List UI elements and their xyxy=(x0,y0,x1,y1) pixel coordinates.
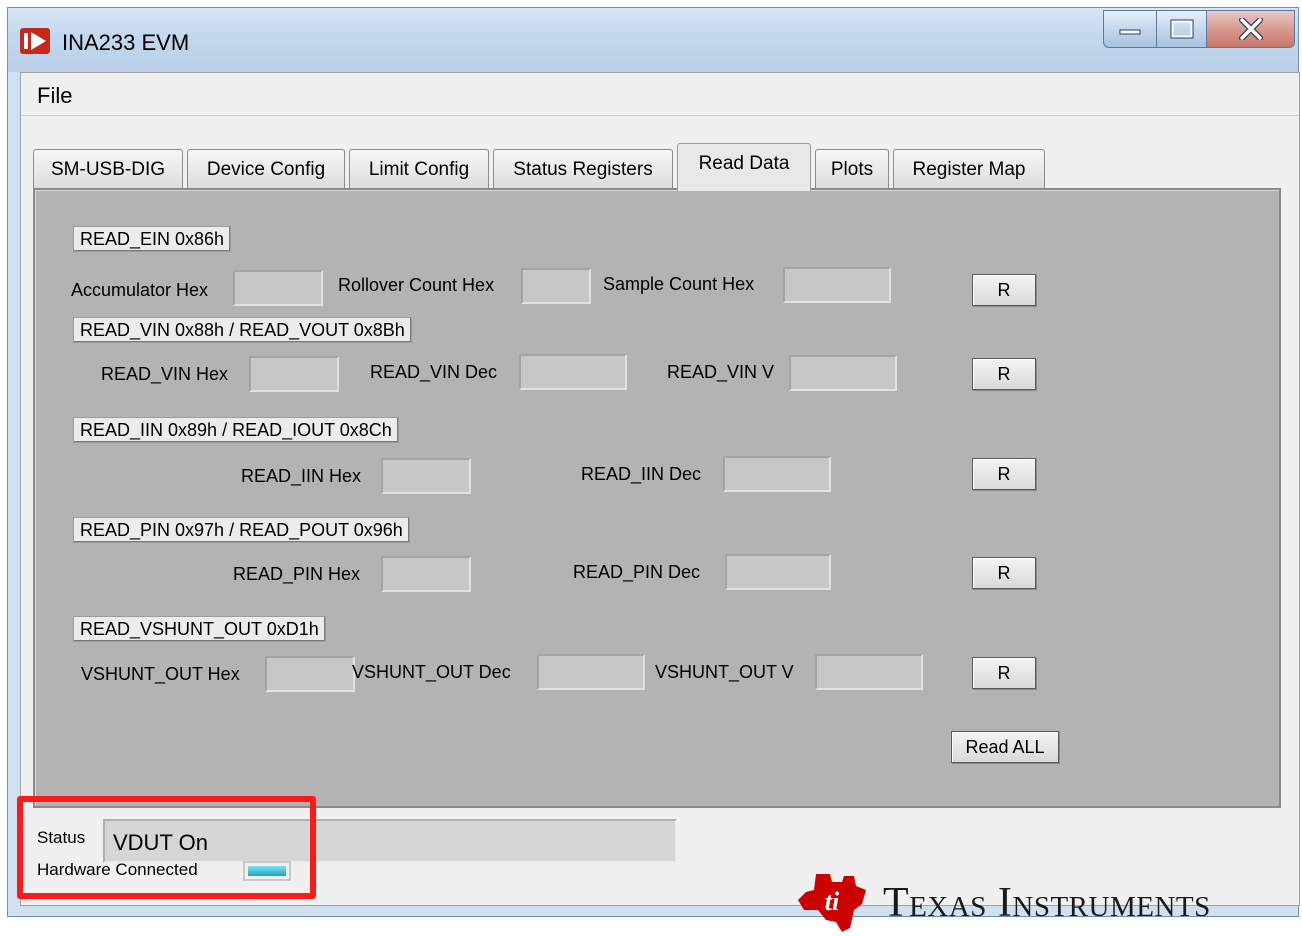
read-iin-hex-field[interactable] xyxy=(381,458,471,494)
section-read-iin: READ_IIN 0x89h / READ_IOUT 0x8Ch xyxy=(73,417,399,443)
vshunt-out-v-field[interactable] xyxy=(815,654,923,690)
tab-plots[interactable]: Plots xyxy=(815,149,889,189)
section-read-vin: READ_VIN 0x88h / READ_VOUT 0x8Bh xyxy=(73,317,412,343)
read-vin-hex-field[interactable] xyxy=(249,356,339,392)
tab-status-registers[interactable]: Status Registers xyxy=(493,149,673,189)
section-read-pin: READ_PIN 0x97h / READ_POUT 0x96h xyxy=(73,517,410,543)
vshunt-out-dec-label: VSHUNT_OUT Dec xyxy=(352,662,511,682)
tab-register-map[interactable]: Register Map xyxy=(893,149,1045,189)
maximize-button[interactable] xyxy=(1157,10,1207,48)
app-window: INA233 EVM File SM-USB-DIG Device Config… xyxy=(7,7,1300,932)
sample-count-hex-label: Sample Count Hex xyxy=(603,274,755,294)
read-vshunt-button[interactable]: R xyxy=(972,657,1036,689)
read-vin-button[interactable]: R xyxy=(972,358,1036,390)
accumulator-hex-label: Accumulator Hex xyxy=(71,280,209,300)
read-pin-dec-field[interactable] xyxy=(725,554,831,590)
read-iin-button[interactable]: R xyxy=(972,458,1036,490)
window-controls xyxy=(1103,10,1295,50)
minimize-icon xyxy=(1119,29,1141,35)
maximize-icon xyxy=(1170,19,1193,39)
read-pin-hex-field[interactable] xyxy=(381,556,471,592)
ti-logo-icon: ti xyxy=(798,874,866,932)
app-icon xyxy=(20,28,50,54)
tab-device-config[interactable]: Device Config xyxy=(187,149,345,189)
read-pin-hex-label: READ_PIN Hex xyxy=(233,564,361,584)
status-highlight-box xyxy=(17,796,316,899)
menu-bar: File xyxy=(21,73,1299,116)
vshunt-out-dec-field[interactable] xyxy=(537,654,645,690)
close-icon xyxy=(1238,18,1263,40)
read-vin-hex-label: READ_VIN Hex xyxy=(101,364,229,384)
svg-text:ti: ti xyxy=(825,887,840,916)
read-iin-dec-field[interactable] xyxy=(723,456,831,492)
read-vin-dec-field[interactable] xyxy=(519,354,627,390)
accumulator-hex-field[interactable] xyxy=(233,270,323,306)
window-title: INA233 EVM xyxy=(62,30,190,55)
rollover-count-hex-field[interactable] xyxy=(521,268,591,304)
read-vin-dec-label: READ_VIN Dec xyxy=(370,362,498,382)
vshunt-out-hex-field[interactable] xyxy=(265,656,355,692)
tab-read-data[interactable]: Read Data xyxy=(677,143,811,191)
section-read-ein: READ_EIN 0x86h xyxy=(73,226,232,252)
read-iin-hex-label: READ_IIN Hex xyxy=(241,466,362,486)
read-vin-v-label: READ_VIN V xyxy=(667,362,775,382)
tab-limit-config[interactable]: Limit Config xyxy=(349,149,489,189)
client-area: File SM-USB-DIG Device Config Limit Conf… xyxy=(20,72,1300,932)
minimize-button[interactable] xyxy=(1103,10,1157,48)
read-pin-dec-label: READ_PIN Dec xyxy=(573,562,701,582)
title-bar[interactable]: INA233 EVM xyxy=(8,8,1298,72)
read-data-panel: READ_EIN 0x86h Accumulator Hex Rollover … xyxy=(33,188,1281,808)
menu-file[interactable]: File xyxy=(37,83,72,109)
read-ein-button[interactable]: R xyxy=(972,274,1036,306)
vshunt-out-hex-label: VSHUNT_OUT Hex xyxy=(81,664,240,684)
section-read-vshunt: READ_VSHUNT_OUT 0xD1h xyxy=(73,616,326,642)
sample-count-hex-field[interactable] xyxy=(783,267,891,303)
read-iin-dec-label: READ_IIN Dec xyxy=(581,464,702,484)
vshunt-out-v-label: VSHUNT_OUT V xyxy=(655,662,794,682)
close-button[interactable] xyxy=(1207,10,1295,48)
read-all-button[interactable]: Read ALL xyxy=(951,731,1059,763)
read-pin-button[interactable]: R xyxy=(972,557,1036,589)
read-vin-v-field[interactable] xyxy=(789,355,897,391)
rollover-count-hex-label: Rollover Count Hex xyxy=(338,275,495,295)
tab-sm-usb-dig[interactable]: SM-USB-DIG xyxy=(33,149,183,189)
